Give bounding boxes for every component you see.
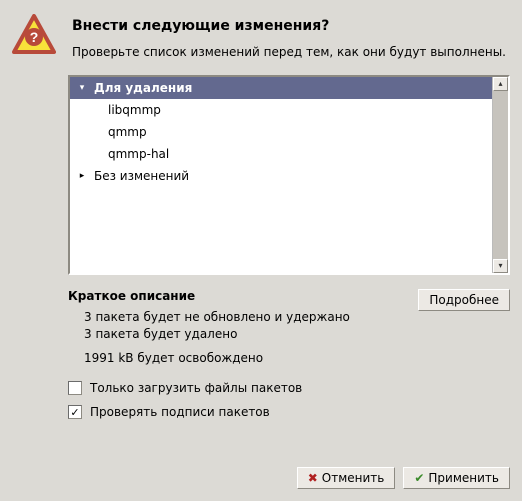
apply-button[interactable]: ✔ Применить [403, 467, 510, 489]
tree-group-remove[interactable]: ▾ Для удаления [70, 77, 492, 99]
tree-item-label: qmmp [108, 125, 147, 139]
summary-line: 3 пакета будет удалено [84, 326, 418, 343]
button-label: Применить [428, 471, 499, 485]
changes-tree[interactable]: ▾ Для удаления libqmmp qmmp qmmp-hal ▸ Б… [68, 75, 510, 275]
checkbox-box [68, 381, 82, 395]
tree-item-label: libqmmp [108, 103, 161, 117]
checkbox-label: Только загрузить файлы пакетов [90, 381, 302, 395]
chevron-down-icon: ▾ [76, 83, 88, 93]
dialog-subtitle: Проверьте список изменений перед тем, ка… [72, 44, 510, 60]
summary-title: Краткое описание [68, 289, 418, 303]
dialog-title: Внести следующие изменения? [72, 18, 510, 34]
svg-text:?: ? [30, 29, 39, 45]
checkbox-download-only[interactable]: Только загрузить файлы пакетов [68, 381, 510, 395]
details-button[interactable]: Подробнее [418, 289, 510, 311]
checkbox-box: ✓ [68, 405, 82, 419]
summary-line: 1991 kB будет освобождено [84, 350, 418, 367]
button-label: Отменить [322, 471, 385, 485]
tree-group-label: Без изменений [94, 169, 189, 183]
checkbox-verify-signatures[interactable]: ✓ Проверять подписи пакетов [68, 405, 510, 419]
tree-group-nochange[interactable]: ▸ Без изменений [70, 165, 492, 187]
tree-item-label: qmmp-hal [108, 147, 169, 161]
warning-question-icon: ? [12, 14, 56, 61]
apply-icon: ✔ [414, 471, 424, 485]
scroll-down-button[interactable]: ▾ [493, 259, 508, 273]
checkbox-label: Проверять подписи пакетов [90, 405, 270, 419]
tree-item[interactable]: libqmmp [70, 99, 492, 121]
cancel-button[interactable]: ✖ Отменить [297, 467, 396, 489]
scroll-track[interactable] [493, 91, 508, 259]
tree-group-label: Для удаления [94, 81, 192, 95]
cancel-icon: ✖ [308, 471, 318, 485]
chevron-right-icon: ▸ [76, 171, 88, 181]
tree-item[interactable]: qmmp-hal [70, 143, 492, 165]
tree-item[interactable]: qmmp [70, 121, 492, 143]
scrollbar[interactable]: ▴ ▾ [492, 77, 508, 273]
summary-line: 3 пакета будет не обновлено и удержано [84, 309, 418, 326]
scroll-up-button[interactable]: ▴ [493, 77, 508, 91]
